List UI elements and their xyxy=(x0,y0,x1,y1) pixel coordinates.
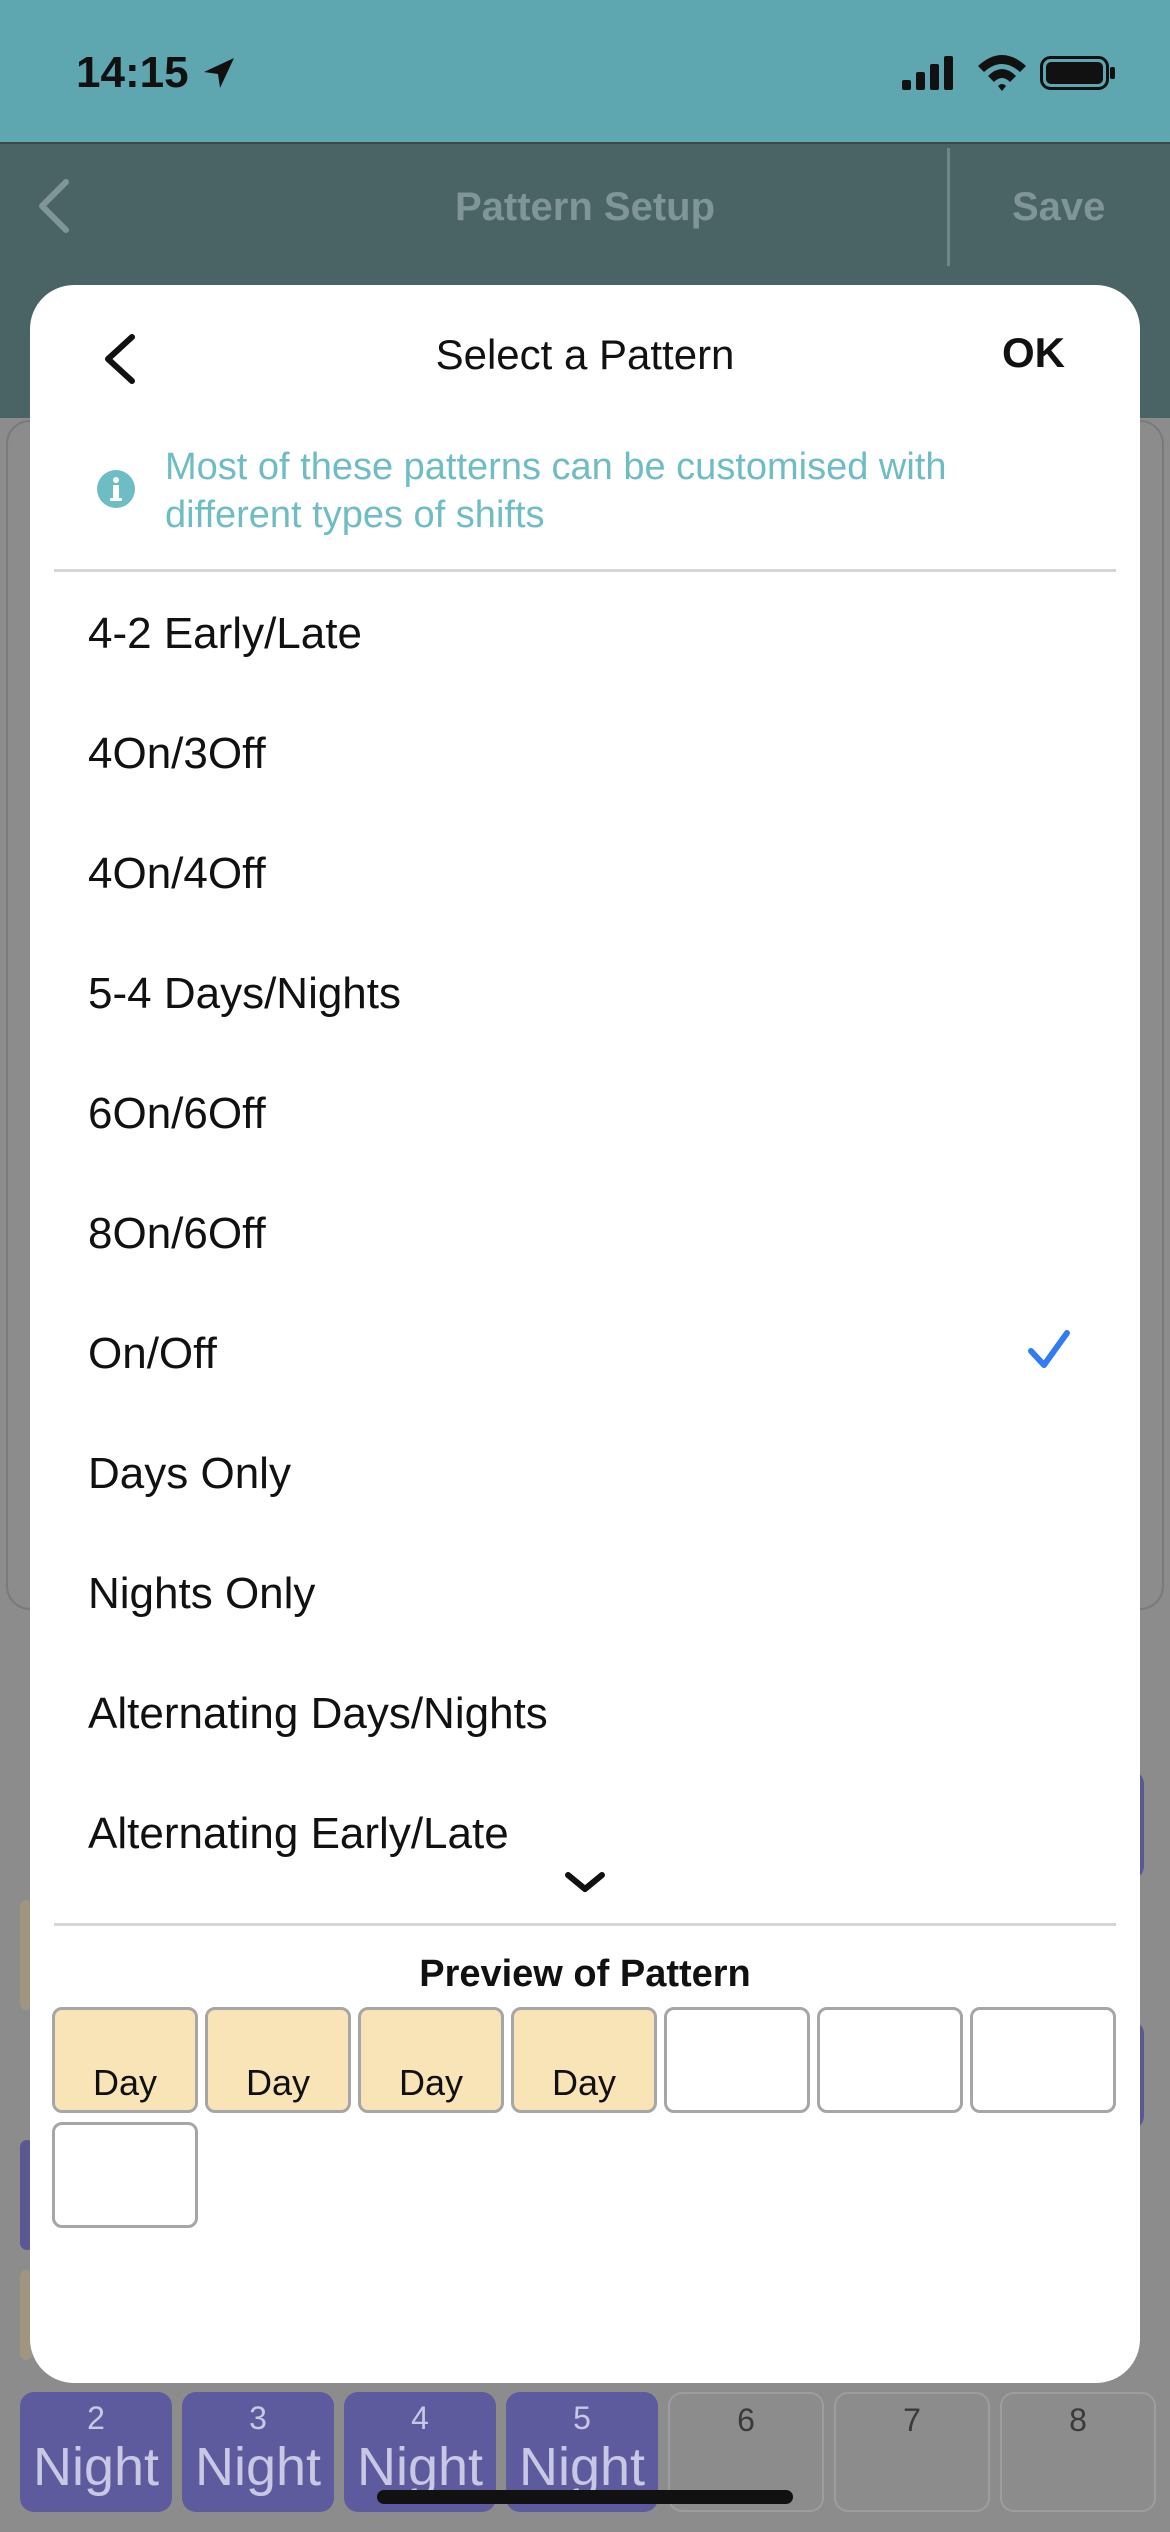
battery-icon xyxy=(1040,56,1115,90)
calendar-day-number: 6 xyxy=(737,2402,755,2438)
pattern-label: 6On/6Off xyxy=(88,1089,266,1138)
status-time: 14:15 xyxy=(76,48,189,97)
select-pattern-modal: Select a Pattern OK Most of these patter… xyxy=(30,285,1140,2383)
home-indicator[interactable] xyxy=(377,2490,793,2504)
modal-title: Select a Pattern xyxy=(435,331,735,378)
preview-cell xyxy=(664,2007,810,2113)
info-icon xyxy=(97,470,135,508)
pattern-item[interactable]: 6On/6Off xyxy=(30,1053,1140,1173)
info-message: Most of these patterns can be customised… xyxy=(165,446,947,536)
divider xyxy=(54,1923,1116,1926)
preview-cell: Day xyxy=(205,2007,351,2113)
location-arrow-icon xyxy=(204,58,234,88)
pattern-item[interactable]: Alternating Days/Nights xyxy=(30,1653,1140,1773)
preview-cell-label: Day xyxy=(551,2062,617,2103)
calendar-cell: 2 Night xyxy=(20,2392,172,2512)
chevron-down-icon[interactable] xyxy=(562,1869,608,1897)
preview-cell: Day xyxy=(511,2007,657,2113)
calendar-cell: 3 Night xyxy=(182,2392,334,2512)
pattern-label: Alternating Early/Late xyxy=(88,1809,509,1858)
checkmark-icon xyxy=(1028,1330,1070,1368)
preview-cell xyxy=(52,2122,198,2228)
calendar-shift-label: Night xyxy=(194,2437,322,2497)
pattern-item[interactable]: Days Only xyxy=(30,1413,1140,1533)
preview-cell: Day xyxy=(52,2007,198,2113)
status-bar: 14:15 xyxy=(0,0,1170,142)
calendar-cell: 8 xyxy=(1000,2392,1156,2512)
preview-cell-label: Day xyxy=(245,2062,311,2103)
pattern-label: 4On/3Off xyxy=(88,729,266,778)
preview-cell xyxy=(970,2007,1116,2113)
nav-divider xyxy=(947,148,950,266)
background-page-title: Pattern Setup xyxy=(454,185,716,229)
calendar-day-number: 2 xyxy=(87,2400,105,2436)
pattern-label: Nights Only xyxy=(88,1569,316,1618)
pattern-item[interactable]: 5-4 Days/Nights xyxy=(30,933,1140,1053)
pattern-label: 8On/6Off xyxy=(88,1209,266,1258)
pattern-label: Alternating Days/Nights xyxy=(88,1689,548,1738)
calendar-shift-label: Night xyxy=(356,2437,484,2497)
calendar-cell: 7 xyxy=(834,2392,990,2512)
ok-button[interactable]: OK xyxy=(1002,329,1065,377)
preview-cell-label: Day xyxy=(92,2062,158,2103)
pattern-item[interactable]: 4-2 Early/Late xyxy=(30,573,1140,693)
divider xyxy=(54,569,1116,572)
pattern-list[interactable]: 4-2 Early/Late 4On/3Off 4On/4Off 5-4 Day… xyxy=(30,573,1140,2140)
pattern-item[interactable]: Nights Only xyxy=(30,1533,1140,1653)
preview-cell: Day xyxy=(358,2007,504,2113)
calendar-day-number: 7 xyxy=(903,2402,921,2438)
calendar-day-number: 8 xyxy=(1069,2402,1087,2438)
cellular-signal-icon xyxy=(902,56,953,90)
pattern-label: 5-4 Days/Nights xyxy=(88,969,402,1018)
pattern-item[interactable]: 4On/4Off xyxy=(30,813,1140,933)
preview-title: Preview of Pattern xyxy=(419,1953,751,1995)
pattern-item[interactable]: 8On/6Off xyxy=(30,1173,1140,1293)
calendar-shift-label: Night xyxy=(518,2437,646,2497)
calendar-day-number: 4 xyxy=(411,2400,429,2436)
calendar-shift-label: Night xyxy=(32,2437,160,2497)
wifi-icon xyxy=(978,55,1026,91)
pattern-item-selected[interactable]: On/Off xyxy=(30,1293,1140,1413)
calendar-day-number: 3 xyxy=(249,2400,267,2436)
pattern-label: On/Off xyxy=(88,1329,217,1378)
preview-cell-label: Day xyxy=(398,2062,464,2103)
preview-cell xyxy=(817,2007,963,2113)
calendar-day-number: 5 xyxy=(573,2400,591,2436)
pattern-label: Days Only xyxy=(88,1449,291,1498)
pattern-item[interactable]: 4On/3Off xyxy=(30,693,1140,813)
background-save-button: Save xyxy=(1012,185,1106,229)
pattern-label: 4On/4Off xyxy=(88,849,266,898)
pattern-label: 4-2 Early/Late xyxy=(88,609,362,658)
